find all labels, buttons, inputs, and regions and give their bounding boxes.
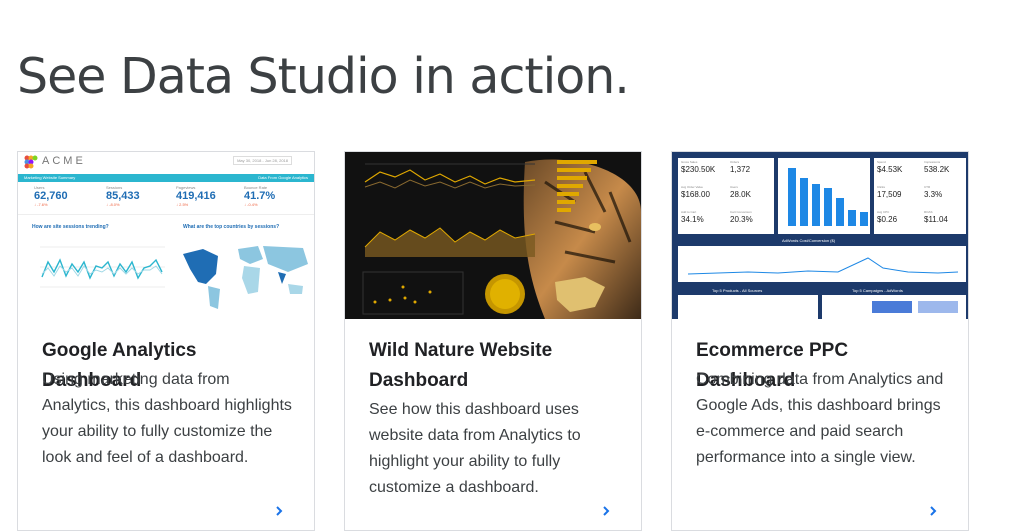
ec-line-chart — [687, 257, 959, 275]
ec-line-panel — [678, 246, 966, 282]
card-description: Using marketing data from Analytics, thi… — [42, 371, 292, 466]
page-title: See Data Studio in action. — [17, 48, 630, 105]
ga-header-left: Marketing Website Summary — [24, 175, 76, 180]
card-description: See how this dashboard uses website data… — [369, 401, 581, 496]
ga-header-bar: Marketing Website Summary Data From Goog… — [18, 174, 314, 182]
ec-kpi-panel-right: Spend $4.53K Impressions 538.2K Clicks 1… — [874, 158, 966, 234]
ga-header-right: Data From Google Analytics — [258, 175, 308, 180]
kpi-bounce-rate: Bounce Rate 41.7% ↓ -0.4% — [244, 185, 276, 207]
acme-logo-text: ACME — [42, 155, 86, 167]
ecommerce-thumbnail: Gross Sales $230.50K Orders 1,372 Avg Or… — [672, 152, 968, 319]
wild-nature-thumbnail — [345, 152, 641, 319]
card-description: Combining data from Analytics and Google… — [696, 371, 944, 466]
card-google-analytics[interactable]: ACME May 30, 2018 - Jun 28, 2018 Marketi… — [17, 151, 315, 531]
card-ecommerce-ppc[interactable]: Gross Sales $230.50K Orders 1,372 Avg Or… — [671, 151, 969, 531]
ga-dashboard-thumbnail: ACME May 30, 2018 - Jun 28, 2018 Marketi… — [18, 152, 314, 319]
ec-table1-title: Top 5 Products - All Sources — [712, 288, 763, 293]
ec-line-title: AdWords Cost/Conversion ($) — [782, 238, 836, 243]
chevron-right-icon[interactable] — [928, 506, 938, 516]
chevron-right-icon[interactable] — [274, 506, 284, 516]
ga-question-countries: What are the top countries by sessions? — [183, 224, 280, 230]
ec-table2-title: Top 5 Campaigns - AdWords — [852, 288, 903, 293]
kpi-sessions: Sessions 85,433 ↓ -8.0% — [106, 185, 140, 207]
kpi-pageviews: Pageviews 419,416 ↓ 2.5% — [176, 185, 216, 207]
world-map — [183, 246, 308, 309]
chevron-right-icon[interactable] — [601, 506, 611, 516]
wild-nature-charts — [362, 159, 641, 319]
ga-question-trend: How are site sessions trending? — [32, 224, 109, 230]
ec-table2 — [822, 295, 966, 319]
divider — [18, 214, 314, 215]
date-range: May 30, 2018 - Jun 28, 2018 — [233, 156, 292, 165]
kpi-users: Users 62,760 ↓ -7.6% — [34, 185, 68, 207]
sessions-line-chart — [40, 246, 165, 288]
ec-table1 — [678, 295, 818, 319]
card-title[interactable]: Wild Nature Website Dashboard — [369, 336, 621, 396]
ec-bar-chart — [788, 168, 868, 226]
ec-bar-chart-panel — [778, 158, 870, 234]
acme-logo-icon — [24, 155, 38, 169]
card-wild-nature[interactable]: Wild Nature Website Dashboard See how th… — [344, 151, 642, 531]
ec-kpi-panel-left: Gross Sales $230.50K Orders 1,372 Avg Or… — [678, 158, 774, 234]
